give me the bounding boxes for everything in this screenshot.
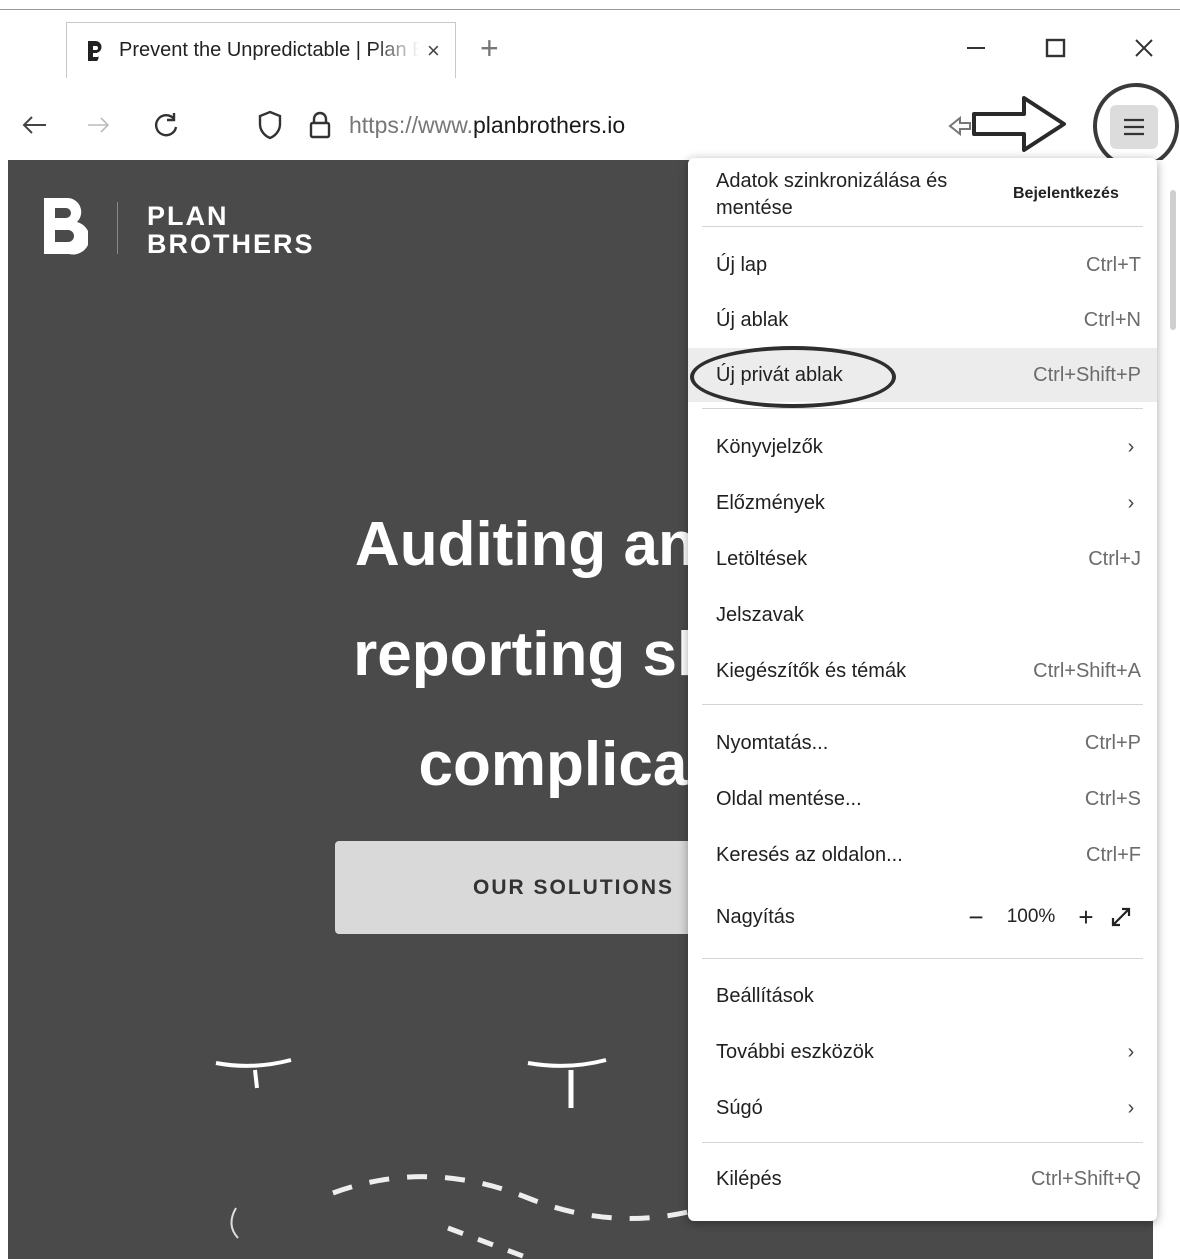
window-top-border [0,9,1180,10]
url-host: planbrothers.io [472,112,626,138]
menu-item-shortcut: Ctrl+P [1084,731,1141,754]
menu-item-exit[interactable]: Kilépés Ctrl+Shift+Q [688,1152,1157,1206]
maximize-icon [1045,38,1066,58]
menu-item-new-window[interactable]: Új ablak Ctrl+N [688,293,1157,347]
menu-item-shortcut: Ctrl+F [1086,843,1141,866]
menu-item-label: További eszközök [716,1040,874,1063]
menu-item-history[interactable]: Előzmények › [688,476,1157,530]
menu-item-new-tab[interactable]: Új lap Ctrl+T [688,238,1157,292]
fullscreen-icon [1111,907,1131,927]
reload-icon [155,113,178,137]
menu-item-save-page[interactable]: Oldal mentése... Ctrl+S [688,772,1157,826]
sync-header: Adatok szinkronizálása és mentése [716,170,948,219]
forward-arrow-icon [88,117,110,133]
menu-item-label: Beállítások [716,984,814,1007]
window-close-button[interactable] [1124,28,1164,68]
minimize-icon [967,47,985,49]
new-tab-button[interactable]: + [480,30,499,67]
zoom-in-button[interactable]: + [1071,902,1101,933]
site-security-button[interactable] [300,105,340,145]
tracking-protection-shield-icon [258,110,282,140]
menu-item-shortcut: Ctrl+Shift+Q [1030,1167,1141,1190]
menu-item-settings[interactable]: Beállítások [688,969,1157,1023]
plan-brothers-logo-icon [44,198,88,255]
menu-separator [702,226,1143,227]
logo-line-2: BROTHERS [147,229,315,259]
chevron-right-icon: › [1127,435,1135,458]
logo-divider [117,202,118,254]
menu-item-downloads[interactable]: Letöltések Ctrl+J [688,532,1157,586]
menu-item-label: Kilépés [716,1167,782,1190]
menu-item-shortcut: Ctrl+Shift+P [1033,363,1141,386]
menu-item-label: Könyvjelzők [716,435,823,458]
menu-item-shortcut: Ctrl+N [1083,308,1141,331]
site-favicon-icon [88,40,102,61]
menu-item-help[interactable]: Súgó › [688,1081,1157,1135]
application-menu-panel: Adatok szinkronizálása és mentése Bejele… [688,158,1157,1221]
menu-item-label: Új lap [716,253,768,276]
menu-item-shortcut: Ctrl+Shift+A [1033,659,1141,682]
back-arrow-icon [22,116,46,134]
chevron-right-icon: › [1127,1040,1135,1063]
menu-item-label: Oldal mentése... [716,787,862,810]
minimize-button[interactable] [956,28,996,68]
zoom-out-button[interactable]: − [961,902,991,933]
menu-item-label: Letöltések [716,547,808,570]
annotation-ellipse [690,346,896,408]
menu-item-shortcut: Ctrl+J [1088,547,1141,570]
zoom-controls: − 100% + [961,902,1141,933]
menu-separator [702,1142,1143,1143]
menu-separator [702,704,1143,705]
menu-item-bookmarks[interactable]: Könyvjelzők › [688,420,1157,474]
site-logo-text[interactable]: PLAN BROTHERS [147,202,315,258]
menu-item-shortcut: Ctrl+S [1084,787,1141,810]
logo-line-1: PLAN [147,201,229,231]
menu-item-label: Nyomtatás... [716,731,829,754]
annotation-circle [1093,83,1179,169]
close-icon [1135,39,1153,57]
menu-item-addons-themes[interactable]: Kiegészítők és témák Ctrl+Shift+A [688,644,1157,698]
chevron-right-icon: › [1127,1096,1135,1119]
scrollbar-thumb[interactable] [1170,190,1176,330]
browser-tab[interactable]: Prevent the Unpredictable | Plan Brother… [66,22,456,78]
menu-item-label: Új ablak [716,308,789,331]
menu-item-label: Előzmények [716,491,825,514]
address-bar[interactable]: https://www.planbrothers.io [349,112,625,139]
chevron-right-icon: › [1127,491,1135,514]
menu-item-zoom: Nagyítás − 100% + [688,890,1157,944]
menu-separator [702,408,1143,409]
maximize-button[interactable] [1036,28,1076,68]
menu-item-shortcut: Ctrl+T [1086,253,1141,276]
menu-item-passwords[interactable]: Jelszavak [688,588,1157,642]
menu-item-print[interactable]: Nyomtatás... Ctrl+P [688,716,1157,770]
bookmark-star-icon[interactable] [948,115,971,137]
hero-illustration [215,1058,689,1259]
menu-item-more-tools[interactable]: További eszközök › [688,1025,1157,1079]
back-button[interactable] [14,105,54,145]
menu-item-label: Súgó [716,1096,763,1119]
menu-item-label: Jelszavak [716,603,804,626]
url-prefix: https://www. [349,112,473,138]
tab-title: Prevent the Unpredictable | Plan Brother… [119,39,419,61]
annotation-arrow-callout [948,96,1066,152]
lock-icon [309,111,331,139]
menu-item-label: Kiegészítők és témák [716,659,907,682]
menu-item-label: Keresés az oldalon... [716,843,903,866]
menu-separator [702,958,1143,959]
sign-in-button[interactable]: Bejelentkezés [1013,185,1119,203]
fullscreen-button[interactable] [1101,906,1141,928]
tracking-protection-button[interactable] [250,105,290,145]
reload-button[interactable] [146,105,186,145]
tab-close-button[interactable]: × [427,38,440,64]
menu-item-find-in-page[interactable]: Keresés az oldalon... Ctrl+F [688,828,1157,882]
forward-button[interactable] [80,105,120,145]
menu-item-label: Nagyítás [716,905,795,928]
zoom-reset-button[interactable]: 100% [991,906,1071,928]
